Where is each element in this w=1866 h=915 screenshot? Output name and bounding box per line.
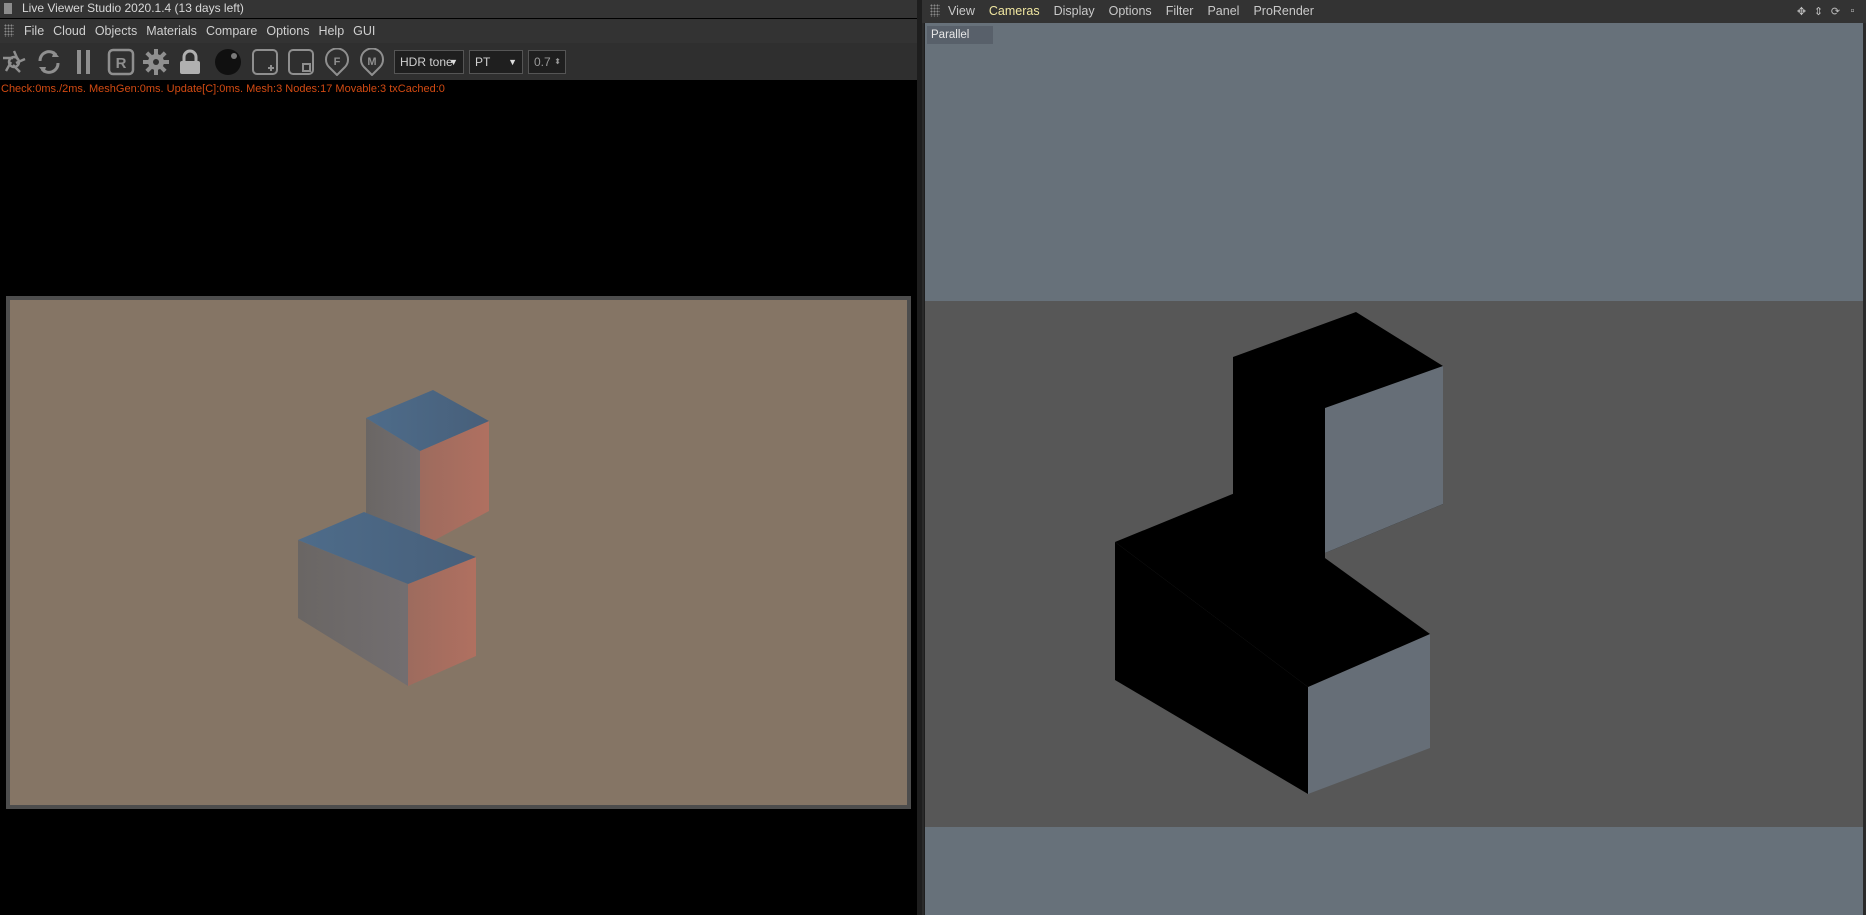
menu-filter[interactable]: Filter <box>1166 0 1208 23</box>
toolbar: R F M HDR tone ▼ PT ▼ 0.7 ⬍ <box>0 43 917 80</box>
editor-viewport-panel: View Cameras Display Options Filter Pane… <box>922 0 1866 915</box>
3d-viewport[interactable]: Parallel <box>924 23 1863 915</box>
viewport-menu-bar: View Cameras Display Options Filter Pane… <box>922 0 1866 23</box>
menu-file[interactable]: File <box>24 19 53 43</box>
focus-pin-icon[interactable]: F <box>323 48 351 76</box>
grip-handle-icon[interactable] <box>930 4 940 17</box>
menu-help[interactable]: Help <box>318 19 353 43</box>
live-viewer-window: Live Viewer Studio 2020.1.4 (13 days lef… <box>0 0 917 915</box>
menu-compare[interactable]: Compare <box>206 19 266 43</box>
window-title: Live Viewer Studio 2020.1.4 (13 days lef… <box>22 1 244 15</box>
tone-mode-dropdown[interactable]: HDR tone ▼ <box>394 50 464 74</box>
menu-options[interactable]: Options <box>1109 0 1166 23</box>
lock-icon[interactable] <box>176 48 204 76</box>
menu-gui[interactable]: GUI <box>353 19 384 43</box>
exposure-value: 0.7 <box>534 55 551 69</box>
tone-mode-value: HDR tone <box>400 55 453 69</box>
window-icon <box>4 3 12 14</box>
refresh-icon[interactable] <box>35 48 63 76</box>
render-output[interactable] <box>6 296 911 809</box>
render-stats: Check:0ms./2ms. MeshGen:0ms. Update[C]:0… <box>1 83 445 95</box>
crop-frame-icon[interactable] <box>287 48 315 76</box>
maximize-icon[interactable]: ▫ <box>1845 3 1860 19</box>
kernel-dropdown[interactable]: PT ▼ <box>469 50 523 74</box>
menu-objects[interactable]: Objects <box>95 19 146 43</box>
pause-icon[interactable] <box>70 48 98 76</box>
menu-options[interactable]: Options <box>266 19 318 43</box>
kernel-value: PT <box>475 55 491 69</box>
menu-cameras[interactable]: Cameras <box>989 0 1054 23</box>
material-pin-icon[interactable]: M <box>358 48 386 76</box>
viewport-lower-box <box>1115 493 1430 794</box>
rendered-upper-cube <box>366 390 489 548</box>
grip-handle-icon[interactable] <box>4 24 14 37</box>
spin-arrows-icon[interactable]: ⬍ <box>554 51 561 73</box>
rotate-icon[interactable]: ⟳ <box>1828 3 1843 19</box>
menu-view[interactable]: View <box>948 0 989 23</box>
shutter-icon[interactable] <box>0 48 28 76</box>
region-render-icon[interactable]: R <box>107 48 135 76</box>
chevron-down-icon: ▼ <box>508 57 517 67</box>
menu-bar: File Cloud Objects Materials Compare Opt… <box>0 19 917 43</box>
menu-panel[interactable]: Panel <box>1207 0 1253 23</box>
camera-label[interactable]: Parallel <box>927 26 994 44</box>
menu-prorender[interactable]: ProRender <box>1253 0 1327 23</box>
menu-materials[interactable]: Materials <box>146 19 206 43</box>
dolly-icon[interactable]: ⇕ <box>1811 3 1826 19</box>
move-icon[interactable]: ✥ <box>1794 3 1809 19</box>
svg-text:F: F <box>334 56 341 68</box>
menu-cloud[interactable]: Cloud <box>53 19 95 43</box>
svg-text:R: R <box>116 55 127 72</box>
add-frame-icon[interactable] <box>251 48 279 76</box>
menu-display[interactable]: Display <box>1054 0 1109 23</box>
exposure-spinbox[interactable]: 0.7 ⬍ <box>528 50 566 74</box>
title-bar: Live Viewer Studio 2020.1.4 (13 days lef… <box>0 0 917 18</box>
svg-text:M: M <box>367 56 376 68</box>
chevron-down-icon: ▼ <box>449 57 458 67</box>
settings-gear-icon[interactable] <box>142 48 170 76</box>
rendered-lower-box <box>298 512 476 686</box>
material-sphere-icon[interactable] <box>214 48 242 76</box>
